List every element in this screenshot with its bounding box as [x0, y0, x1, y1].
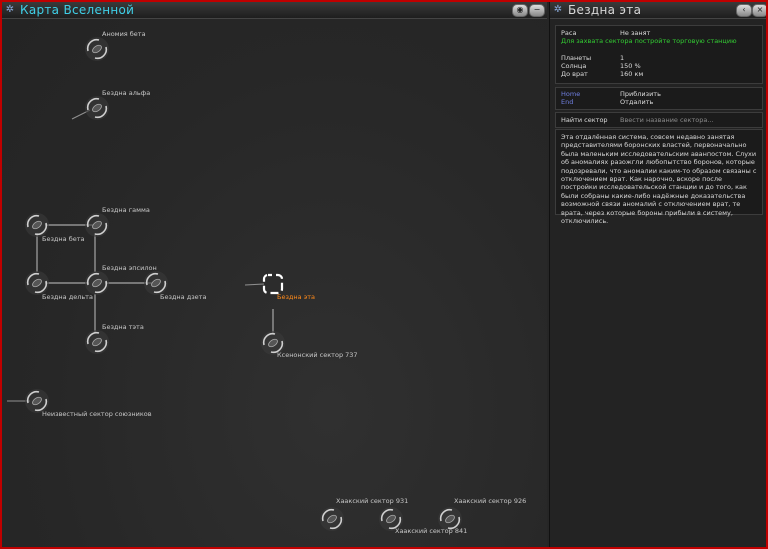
close-icon[interactable]: × — [752, 4, 766, 17]
node-label: Бездна тэта — [102, 323, 144, 331]
node-label: Ксенонский сектор 737 — [277, 351, 358, 359]
node-label: Бездна бета — [42, 235, 85, 243]
zoom-out-action[interactable]: Отдалить — [620, 98, 653, 106]
node-label: Аномия бета — [102, 30, 146, 38]
sector-search-box[interactable]: Найти сектор Ввести название сектора... — [555, 112, 763, 128]
node-label: Бездна дельта — [42, 293, 93, 301]
search-label: Найти сектор — [561, 116, 608, 124]
planets-label: Планеты — [561, 54, 592, 62]
zoom-keys-box: Home Приблизить End Отдалить — [555, 87, 763, 110]
capture-hint: Для захвата сектора постройте торговую с… — [561, 37, 737, 45]
galaxy-icon: ✲ — [553, 4, 563, 15]
node-label-selected: Бездна эта — [277, 293, 316, 301]
node-label: Хаакский сектор 841 — [395, 527, 468, 535]
sector-search-input[interactable]: Ввести название сектора... — [620, 116, 714, 124]
sector-node[interactable] — [85, 37, 109, 61]
node-label: Бездна эпсилон — [102, 264, 157, 272]
race-label: Раса — [561, 29, 577, 37]
planets-value: 1 — [620, 54, 625, 62]
sector-node[interactable] — [85, 96, 109, 120]
suns-label: Солнца — [561, 62, 587, 70]
panel-title: Бездна эта — [568, 3, 642, 17]
node-label: Бездна альфа — [102, 89, 151, 97]
sector-node[interactable] — [320, 507, 344, 531]
node-label: Неизвестный сектор союзников — [42, 410, 152, 418]
sector-node[interactable] — [85, 271, 109, 295]
back-icon[interactable]: ‹ — [736, 4, 752, 17]
race-value: Не занят — [620, 29, 651, 37]
sector-info-panel: ✲ Бездна эта ‹ × Раса Не занят Для захва… — [549, 2, 766, 547]
sector-node[interactable] — [25, 213, 49, 237]
sector-node[interactable] — [85, 330, 109, 354]
node-label: Бездна гамма — [102, 206, 150, 214]
zoom-in-action[interactable]: Приблизить — [620, 90, 661, 98]
suns-value: 150 % — [620, 62, 641, 70]
gate-distance-value: 160 км — [620, 70, 644, 78]
home-key[interactable]: Home — [561, 90, 580, 98]
node-label: Хаакский сектор 931 — [336, 497, 409, 505]
sector-node-selected[interactable] — [262, 273, 284, 295]
end-key[interactable]: End — [561, 98, 573, 106]
sector-stats-box: Раса Не занят Для захвата сектора постро… — [555, 25, 763, 84]
node-label: Бездна дзета — [160, 293, 207, 301]
gate-distance-label: До врат — [561, 70, 588, 78]
node-label: Хаакский сектор 926 — [454, 497, 527, 505]
sector-node[interactable] — [85, 213, 109, 237]
sector-node[interactable] — [25, 271, 49, 295]
description-box: Эта отдалённая система, совсем недавно з… — [555, 129, 763, 225]
sector-node[interactable] — [144, 271, 168, 295]
universe-map[interactable]: ✲ Карта Вселенной ◉ − Аномия бета Бездна… — [2, 2, 547, 547]
panel-titlebar: ✲ Бездна эта ‹ × — [550, 2, 766, 19]
sector-description: Эта отдалённая система, совсем недавно з… — [561, 133, 757, 226]
map-nodes[interactable] — [2, 2, 547, 547]
game-window: ✲ Карта Вселенной ◉ − Аномия бета Бездна… — [2, 2, 766, 547]
